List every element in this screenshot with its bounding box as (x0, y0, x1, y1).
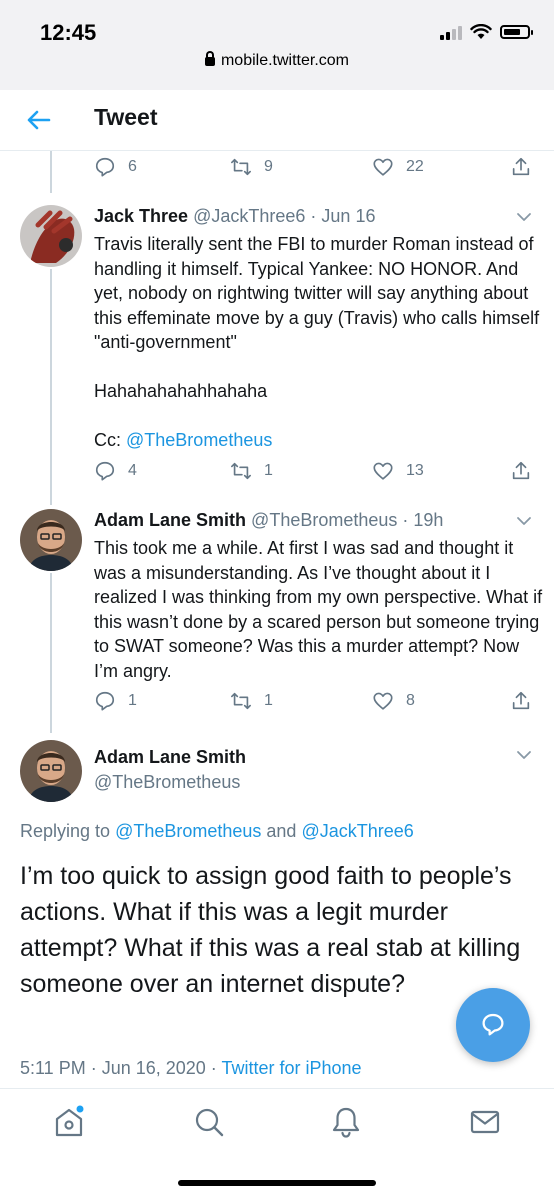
retweet-button[interactable]: 1 (230, 460, 273, 482)
author-name[interactable]: Jack Three (94, 206, 188, 226)
author-handle[interactable]: @TheBrometheus (251, 510, 397, 530)
heart-icon (373, 158, 393, 176)
share-button[interactable] (510, 690, 532, 712)
tweet-text: Travis literally sent the FBI to murder … (94, 234, 540, 450)
reply-button[interactable]: 4 (94, 460, 137, 482)
main-tweet-text: I’m too quick to assign good faith to pe… (20, 862, 521, 998)
mention-link[interactable]: @TheBrometheus (115, 821, 261, 841)
share-icon (512, 157, 530, 176)
avatar[interactable] (20, 740, 82, 802)
author-name[interactable]: Adam Lane Smith (94, 510, 246, 530)
chevron-down-icon[interactable] (516, 750, 532, 760)
retweet-button[interactable]: 9 (230, 156, 273, 178)
chevron-down-icon[interactable] (516, 516, 532, 526)
search-icon[interactable] (192, 1105, 226, 1139)
share-icon (512, 691, 530, 710)
retweet-icon (231, 462, 251, 480)
tweet-header: Adam Lane Smith @TheBrometheus · 19h (94, 510, 443, 531)
main-author-name[interactable]: Adam Lane Smith (94, 747, 246, 768)
cellular-signal-icon (440, 24, 462, 40)
notifications-icon[interactable] (329, 1105, 363, 1139)
reply-icon (95, 461, 115, 481)
tweet-actions: 1 1 8 (0, 690, 554, 726)
tweet-source-link[interactable]: Twitter for iPhone (221, 1058, 361, 1078)
page-title: Tweet (94, 104, 158, 130)
url-text: mobile.twitter.com (220, 52, 350, 69)
tweet-header: Jack Three @JackThree6 · Jun 16 (94, 206, 375, 227)
tweet-timestamp: 5:11 PM · Jun 16, 2020 · Twitter for iPh… (20, 1058, 362, 1078)
home-indicator (178, 1180, 376, 1186)
page-header: Tweet (0, 90, 554, 151)
avatar[interactable] (20, 205, 82, 267)
home-icon[interactable] (52, 1105, 86, 1139)
like-button[interactable]: 8 (372, 690, 415, 712)
retweet-button[interactable]: 1 (230, 690, 273, 712)
reply-icon (95, 691, 115, 711)
tweet-date[interactable]: · Jun 16 (310, 206, 375, 226)
replying-to: Replying to @TheBrometheus and @JackThre… (20, 821, 414, 841)
back-arrow-icon[interactable] (24, 106, 54, 134)
reply-button[interactable]: 6 (94, 156, 137, 178)
tweet-date[interactable]: · 19h (402, 510, 443, 530)
messages-icon[interactable] (468, 1105, 502, 1139)
wifi-icon (470, 24, 492, 39)
lock-icon (204, 51, 215, 66)
tweet-actions: 6 9 22 (0, 156, 554, 192)
avatar-image (20, 509, 82, 571)
status-bar: 12:45 mobile.twitter.com (0, 0, 554, 90)
reply-icon (95, 157, 115, 177)
reply-bubble-icon (482, 1013, 504, 1036)
chevron-down-icon[interactable] (516, 212, 532, 222)
like-button[interactable]: 13 (372, 460, 424, 482)
avatar[interactable] (20, 509, 82, 571)
system-icons (440, 24, 533, 40)
retweet-icon (231, 692, 251, 710)
main-author-handle[interactable]: @TheBrometheus (94, 772, 240, 793)
avatar-image (20, 740, 82, 802)
tweet-actions: 4 1 13 (0, 460, 554, 496)
retweet-icon (231, 158, 251, 176)
avatar-image (20, 205, 82, 267)
author-handle[interactable]: @JackThree6 (193, 206, 305, 226)
heart-icon (373, 692, 393, 710)
share-button[interactable] (510, 156, 532, 178)
tweet-text: This took me a while. At first I was sad… (94, 538, 543, 681)
mention-link[interactable]: @TheBrometheus (126, 430, 272, 450)
mention-link[interactable]: @JackThree6 (301, 821, 413, 841)
url-bar[interactable]: mobile.twitter.com (0, 51, 554, 70)
heart-icon (373, 462, 393, 480)
reply-button[interactable]: 1 (94, 690, 137, 712)
share-icon (512, 461, 530, 480)
like-button[interactable]: 22 (372, 156, 424, 178)
clock: 12:45 (40, 20, 97, 45)
share-button[interactable] (510, 460, 532, 482)
compose-reply-button[interactable] (456, 988, 530, 1062)
battery-icon (500, 25, 533, 39)
